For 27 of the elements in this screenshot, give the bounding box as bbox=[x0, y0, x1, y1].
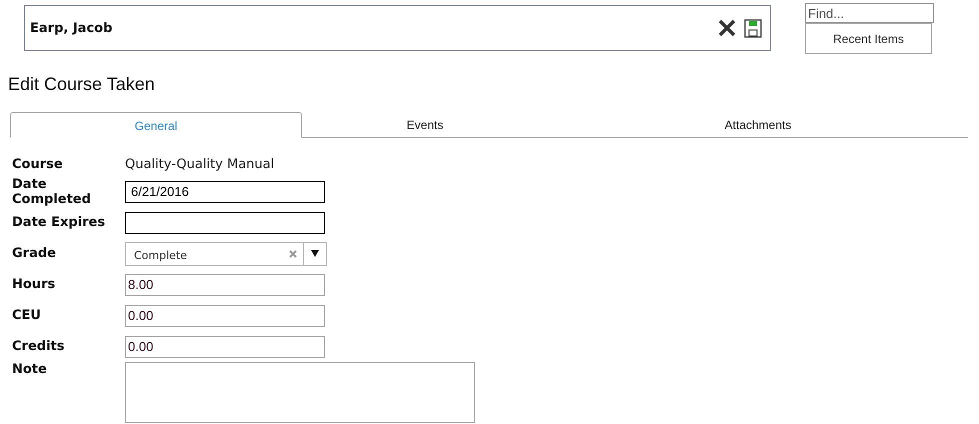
number-field[interactable]: 0.00 bbox=[125, 304, 325, 326]
field-label: Grade bbox=[12, 246, 57, 261]
find-field[interactable]: Find... bbox=[805, 3, 934, 23]
number-field[interactable]: 8.00 bbox=[125, 274, 325, 296]
field-label: Date Completed bbox=[12, 176, 92, 206]
close-icon[interactable] bbox=[718, 19, 736, 37]
tab[interactable]: Events bbox=[302, 112, 548, 136]
record-name: Earp, Jacob bbox=[30, 20, 112, 36]
save-icon[interactable] bbox=[744, 18, 762, 38]
field-label: CEU bbox=[12, 308, 42, 323]
grade-dropdown[interactable]: Complete bbox=[125, 242, 327, 266]
date-field[interactable]: 6/21/2016 bbox=[125, 180, 325, 202]
tab[interactable]: Attachments bbox=[548, 112, 968, 136]
field-label: Note bbox=[12, 362, 48, 377]
tab[interactable]: General bbox=[10, 112, 302, 138]
recent-items-button[interactable]: Recent Items bbox=[805, 23, 932, 54]
caret-icon[interactable] bbox=[311, 250, 319, 257]
field-label: Date Expires bbox=[12, 215, 106, 230]
field-label: Hours bbox=[12, 277, 56, 292]
field-label: Credits bbox=[12, 339, 66, 354]
course-value: Quality-Quality Manual bbox=[125, 156, 274, 172]
number-field[interactable]: 0.00 bbox=[125, 336, 325, 358]
note-field[interactable] bbox=[125, 362, 475, 423]
date-field[interactable] bbox=[125, 212, 325, 234]
page-title: Edit Course Taken bbox=[8, 74, 156, 95]
field-label: Course bbox=[12, 156, 64, 172]
clear-icon[interactable] bbox=[289, 250, 297, 258]
